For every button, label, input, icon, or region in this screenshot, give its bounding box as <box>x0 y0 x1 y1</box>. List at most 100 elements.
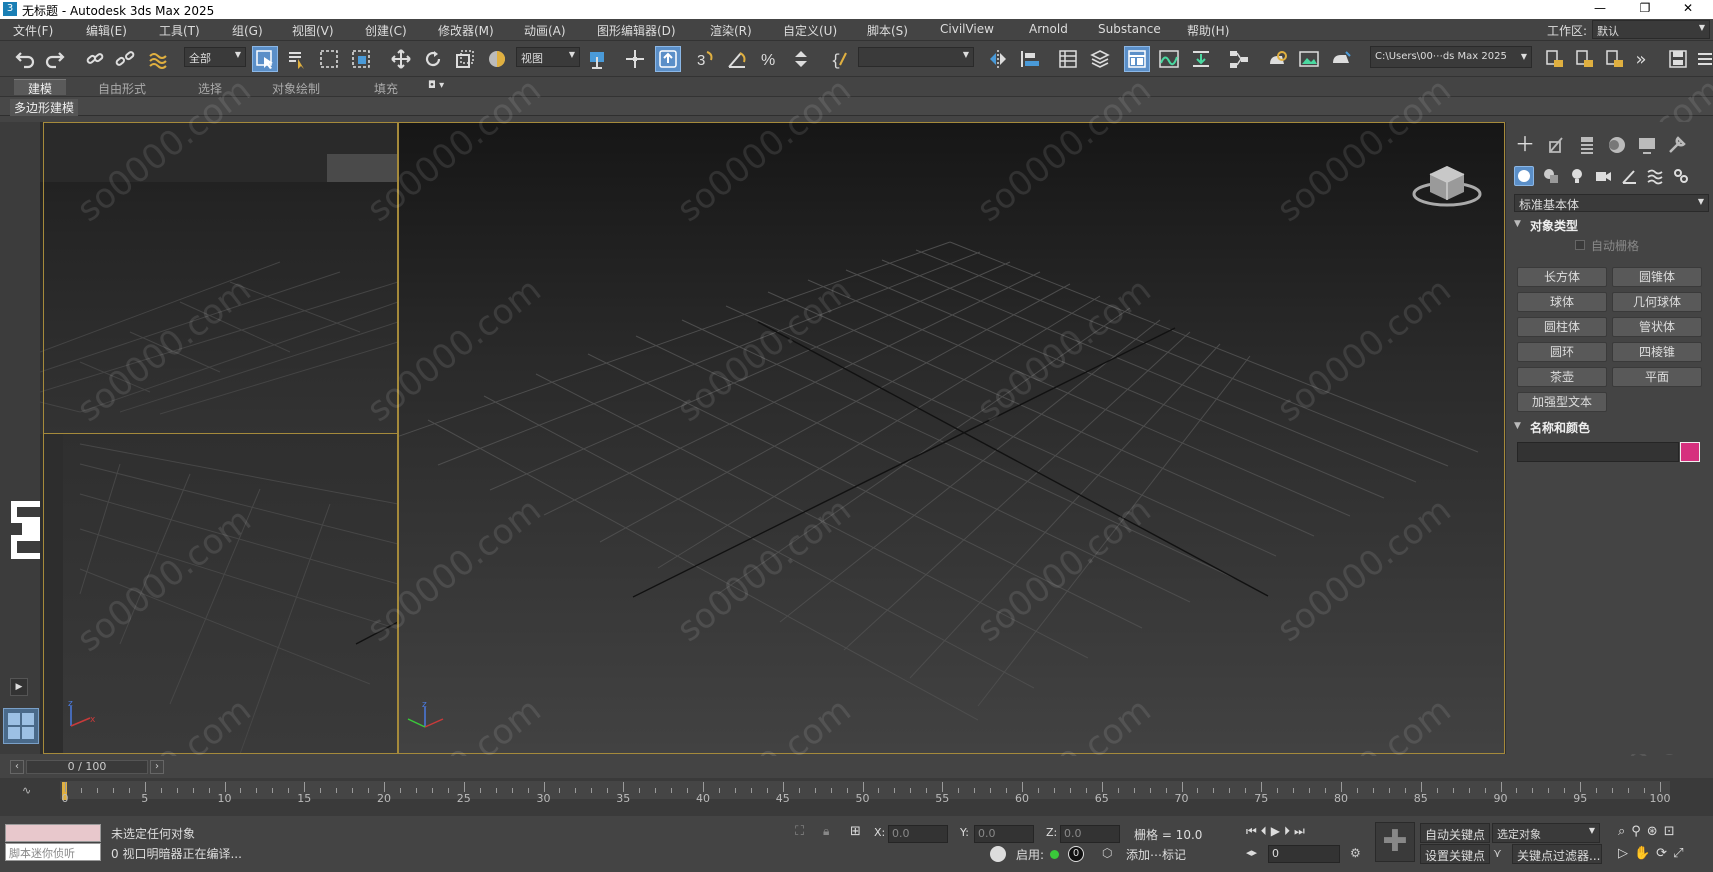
select-by-name-icon[interactable] <box>284 46 310 72</box>
selection-filter-dropdown[interactable]: 全部 ▼ <box>184 47 246 67</box>
key-filters-button[interactable]: 关键点过滤器... <box>1512 844 1602 864</box>
percent-snap-icon[interactable]: % <box>756 46 782 72</box>
time-tag-icon[interactable]: ⬡ <box>1102 846 1112 860</box>
menu-animation[interactable]: 动画(A) <box>524 22 566 39</box>
window-crossing-icon[interactable] <box>348 46 374 72</box>
workspace-dropdown[interactable]: 默认 ▼ <box>1592 20 1710 39</box>
set-key-button[interactable]: 设置关键点 <box>1420 844 1491 864</box>
toggle-ribbon-icon[interactable] <box>1124 46 1150 72</box>
unlink-icon[interactable] <box>112 46 138 72</box>
motion-tab-icon[interactable] <box>1606 134 1628 156</box>
viewport-nav-icons[interactable]: ⌕⚲⊛⊡ <box>1618 824 1681 839</box>
enable-count-badge[interactable]: 0 <box>1068 846 1084 862</box>
menu-view[interactable]: 视图(V) <box>292 22 334 39</box>
expand-panel-icon[interactable]: ▶ <box>10 678 28 696</box>
toolbar-menu-icon[interactable] <box>1692 46 1713 72</box>
ribbon-tab-modeling[interactable]: 建模 <box>14 79 67 96</box>
utilities-tab-icon[interactable] <box>1666 134 1688 156</box>
save-icon[interactable] <box>1665 46 1691 72</box>
menu-graph-editors[interactable]: 图形编辑器(D) <box>597 22 676 39</box>
category-dropdown[interactable]: 标准基本体 ▼ <box>1514 194 1709 212</box>
ref-coord-dropdown[interactable]: 视图 ▼ <box>516 47 580 67</box>
box-button[interactable]: 长方体 <box>1517 267 1607 287</box>
move-icon[interactable] <box>388 46 414 72</box>
more-tools-icon[interactable]: » <box>1628 46 1654 72</box>
ribbon-tab-populate[interactable]: 填充 <box>374 80 398 97</box>
open-project-icon[interactable] <box>1572 46 1598 72</box>
menu-civilview[interactable]: CivilView <box>940 22 994 36</box>
spinner-snap-icon[interactable] <box>788 46 814 72</box>
track-bar[interactable]: ∿ 0 5 10 15 20 25 30 35 40 45 50 55 60 65 70 75 80 85 90 95… <box>0 778 1713 816</box>
ribbon-tab-object-paint[interactable]: 对象绘制 <box>272 80 320 97</box>
rendered-frame-window-icon[interactable] <box>1296 46 1322 72</box>
tube-button[interactable]: 管状体 <box>1612 317 1702 337</box>
ribbon-tab-selection[interactable]: 选择 <box>198 80 222 97</box>
sphere-button[interactable]: 球体 <box>1517 292 1607 312</box>
geosphere-button[interactable]: 几何球体 <box>1612 292 1702 312</box>
next-frame-icon[interactable]: › <box>150 760 164 774</box>
menu-file[interactable]: 文件(F) <box>13 22 53 39</box>
cameras-category-icon[interactable] <box>1594 167 1612 185</box>
viewcube-icon[interactable] <box>1412 152 1482 212</box>
named-selection-icon[interactable]: { <box>826 46 852 72</box>
viewport-left[interactable]: z x <box>40 434 398 754</box>
snap-3d-icon[interactable]: 3 <box>692 46 718 72</box>
menu-group[interactable]: 组(G) <box>232 22 263 39</box>
menu-rendering[interactable]: 渲染(R) <box>710 22 752 39</box>
spacewarps-category-icon[interactable] <box>1646 167 1664 185</box>
angle-snap-icon[interactable] <box>724 46 750 72</box>
selection-lock-icon[interactable]: 🔒︎ <box>823 824 829 839</box>
helpers-category-icon[interactable] <box>1620 167 1638 185</box>
key-mode-icon[interactable]: ⚙︎ <box>1350 846 1361 860</box>
pivot-center-icon[interactable] <box>584 46 610 72</box>
menu-tools[interactable]: 工具(T) <box>159 22 200 39</box>
pyramid-button[interactable]: 四棱锥 <box>1612 342 1702 362</box>
systems-category-icon[interactable] <box>1672 167 1690 185</box>
menu-arnold[interactable]: Arnold <box>1029 22 1068 36</box>
undo-icon[interactable] <box>12 46 38 72</box>
add-time-tag[interactable]: 添加⋯标记 <box>1126 846 1186 863</box>
set-key-big-icon[interactable]: ✚ <box>1375 822 1415 862</box>
cone-button[interactable]: 圆锥体 <box>1612 267 1702 287</box>
shapes-category-icon[interactable] <box>1542 167 1560 185</box>
time-config-icon[interactable]: ◂▸ <box>1246 846 1257 859</box>
modify-tab-icon[interactable] <box>1546 134 1568 156</box>
playback-controls[interactable]: ⏮⏴▶⏵⏭ <box>1246 824 1309 839</box>
teapot-button[interactable]: 茶壶 <box>1517 367 1607 387</box>
named-selection-dropdown[interactable]: ▼ <box>858 47 974 67</box>
render-production-icon[interactable] <box>1328 46 1354 72</box>
project-path-dropdown[interactable]: C:\Users\00⋯ds Max 2025 ▼ <box>1370 46 1532 68</box>
x-coord-input[interactable]: 0.0 <box>888 825 948 843</box>
dope-sheet-icon[interactable] <box>1188 46 1214 72</box>
scene-explorer-icon[interactable] <box>1055 46 1081 72</box>
rollout-collapse-icon[interactable]: ▼ <box>1514 421 1521 431</box>
curve-editor-icon[interactable] <box>1156 46 1182 72</box>
lights-category-icon[interactable] <box>1568 167 1586 185</box>
new-project-icon[interactable] <box>1602 46 1628 72</box>
isolate-selection-icon[interactable]: ⛶ <box>795 824 804 839</box>
viewport-top[interactable] <box>40 122 398 434</box>
y-coord-input[interactable]: 0.0 <box>974 825 1034 843</box>
display-tab-icon[interactable] <box>1636 134 1658 156</box>
key-selection-dropdown[interactable]: 选定对象 ▼ <box>1492 823 1600 843</box>
viewport-nav-icons-2[interactable]: ▷✋⟳⤢ <box>1618 846 1689 861</box>
menu-customize[interactable]: 自定义(U) <box>783 22 837 39</box>
viewport-layout-icon[interactable] <box>3 708 39 744</box>
plane-button[interactable]: 平面 <box>1612 367 1702 387</box>
auto-key-button[interactable]: 自动关键点 <box>1420 823 1491 843</box>
create-tab-icon[interactable]: ＋ <box>1514 134 1536 156</box>
absolute-mode-icon[interactable]: ⊞ <box>850 824 861 839</box>
rotate-icon[interactable] <box>420 46 446 72</box>
curve-editor-mini-icon[interactable]: ∿ <box>22 784 31 797</box>
placement-icon[interactable] <box>484 46 510 72</box>
minimize-button[interactable]: — <box>1580 0 1620 19</box>
mirror-icon[interactable] <box>985 46 1011 72</box>
object-name-input[interactable] <box>1517 442 1679 462</box>
rollout-collapse-icon[interactable]: ▼ <box>1514 219 1521 229</box>
menu-create[interactable]: 创建(C) <box>365 22 407 39</box>
current-frame-input[interactable]: 0 <box>1268 845 1340 863</box>
scale-icon[interactable] <box>452 46 478 72</box>
restore-button[interactable]: ❐ <box>1625 0 1665 19</box>
text-plus-button[interactable]: 加强型文本 <box>1517 392 1607 412</box>
menu-help[interactable]: 帮助(H) <box>1187 22 1229 39</box>
